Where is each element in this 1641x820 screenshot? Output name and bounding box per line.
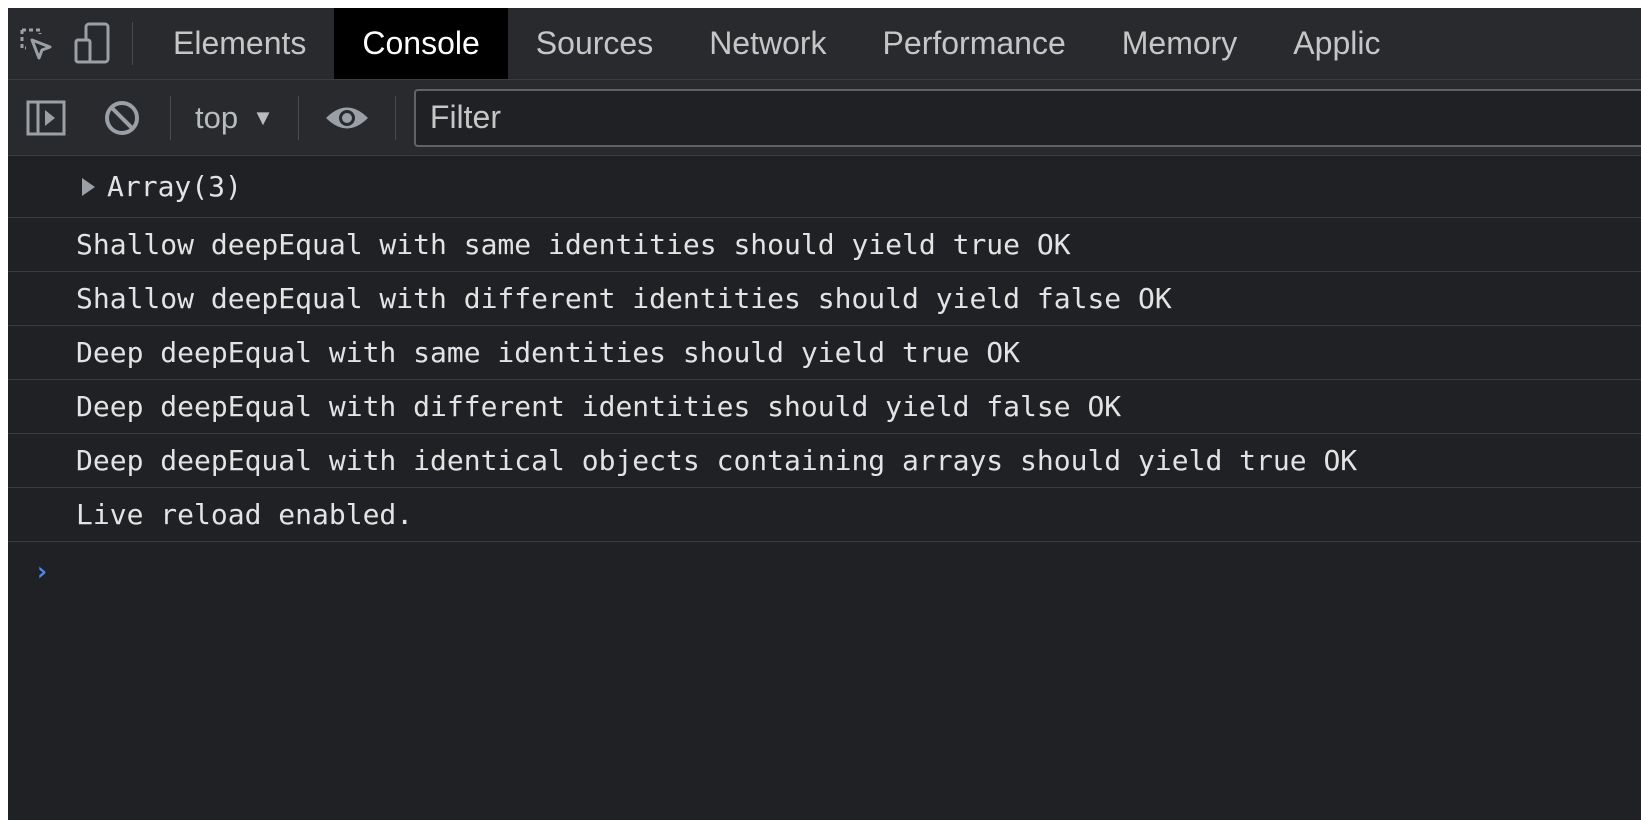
console-entry-text: Deep deepEqual with identical objects co… xyxy=(76,444,1358,477)
tab-memory[interactable]: Memory xyxy=(1094,8,1266,79)
console-output: Array(3) Shallow deepEqual with same ide… xyxy=(8,156,1641,820)
toolbar-divider xyxy=(170,95,171,140)
toolbar-divider xyxy=(297,95,299,140)
filter-input[interactable] xyxy=(413,88,1641,147)
context-label: top xyxy=(195,99,239,135)
device-toolbar-icon[interactable] xyxy=(64,8,120,79)
devtools-tab-bar: Elements Console Sources Network Perform… xyxy=(8,8,1641,80)
tab-performance[interactable]: Performance xyxy=(855,8,1094,79)
inspect-element-icon[interactable] xyxy=(8,8,64,79)
tab-sources[interactable]: Sources xyxy=(508,8,681,79)
tab-application[interactable]: Applic xyxy=(1265,8,1408,79)
sidebar-toggle-button[interactable] xyxy=(8,80,84,156)
tab-console[interactable]: Console xyxy=(334,8,508,79)
console-prompt-line[interactable]: › xyxy=(8,542,1641,602)
console-entry-text: Deep deepEqual with same identities shou… xyxy=(76,336,1021,369)
tab-network[interactable]: Network xyxy=(681,8,854,79)
expand-triangle-icon[interactable] xyxy=(82,177,95,196)
clear-console-button[interactable] xyxy=(84,80,160,156)
console-entry: Shallow deepEqual with same identities s… xyxy=(8,218,1641,272)
context-selector[interactable]: top ▼ xyxy=(181,100,288,136)
console-entry-array[interactable]: Array(3) xyxy=(8,156,1641,218)
tab-elements[interactable]: Elements xyxy=(145,8,334,79)
live-expression-button[interactable] xyxy=(309,80,385,156)
console-entry-text: Array(3) xyxy=(107,170,242,203)
toolbar-divider xyxy=(394,95,396,140)
dropdown-arrow-icon: ▼ xyxy=(252,104,274,130)
console-entry: Deep deepEqual with different identities… xyxy=(8,380,1641,434)
eye-icon xyxy=(325,107,368,128)
console-entry: Deep deepEqual with same identities shou… xyxy=(8,326,1641,380)
clear-console-icon xyxy=(105,100,139,135)
console-entry-text: Shallow deepEqual with same identities s… xyxy=(76,228,1071,261)
console-entry-text: Live reload enabled. xyxy=(76,498,414,531)
sidebar-toggle-icon xyxy=(26,100,66,135)
tab-bar-divider xyxy=(132,22,133,65)
console-toolbar: top ▼ xyxy=(8,80,1641,156)
devtools-window: Elements Console Sources Network Perform… xyxy=(8,8,1641,820)
console-entry: Deep deepEqual with identical objects co… xyxy=(8,434,1641,488)
console-entry-text: Shallow deepEqual with different identit… xyxy=(76,282,1172,315)
console-entry: Shallow deepEqual with different identit… xyxy=(8,272,1641,326)
console-entry-text: Deep deepEqual with different identities… xyxy=(76,390,1122,423)
prompt-chevron-icon: › xyxy=(34,557,50,587)
console-entry: Live reload enabled. xyxy=(8,488,1641,542)
